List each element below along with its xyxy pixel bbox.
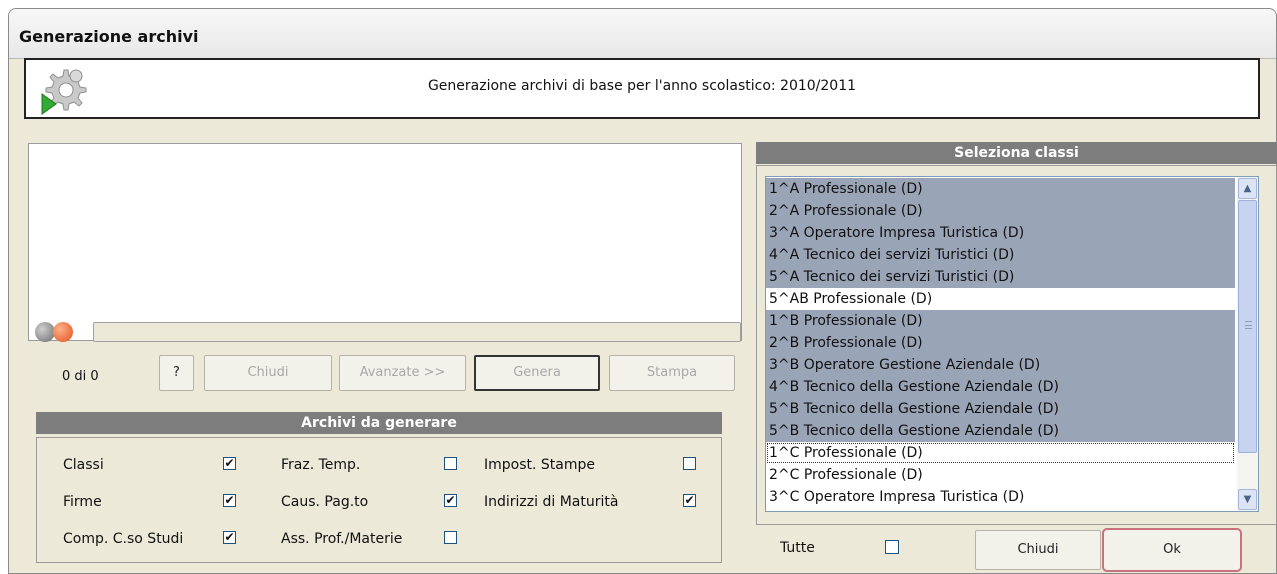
option-label-firme: Firme (63, 494, 102, 510)
class-list-item[interactable]: 2^B Professionale (D) (766, 332, 1235, 354)
progress-bar (93, 322, 741, 342)
ok-button[interactable]: Ok (1102, 528, 1242, 572)
grip-icon (1245, 321, 1252, 329)
archives-section-header: Archivi da generare (36, 412, 722, 434)
classes-listbox[interactable]: 1^A Professionale (D) 2^A Professionale (… (765, 176, 1259, 512)
select-all-checkbox[interactable] (885, 540, 899, 554)
title-bar[interactable]: Generazione archivi (9, 9, 1276, 59)
class-list-item[interactable]: 5^A Tecnico dei servizi Turistici (D) (766, 266, 1235, 288)
option-label-classi: Classi (63, 457, 104, 473)
class-list-item[interactable]: 3^A Operatore Impresa Turistica (D) (766, 222, 1235, 244)
checkbox-firme[interactable]: ✔ (223, 494, 236, 507)
window-title: Generazione archivi (19, 27, 199, 46)
generate-button[interactable]: Genera (474, 355, 600, 391)
checkbox-classi[interactable]: ✔ (223, 457, 236, 470)
class-list-item[interactable]: 2^A Professionale (D) (766, 200, 1235, 222)
class-list-item[interactable]: 3^C Operatore Impresa Turistica (D) (766, 486, 1235, 508)
class-list-item[interactable]: 1^A Professionale (D) (766, 178, 1235, 200)
help-button[interactable]: ? (159, 355, 194, 391)
class-list-item[interactable]: 5^B Tecnico della Gestione Aziendale (D) (766, 420, 1235, 442)
scrollbar-thumb[interactable] (1238, 200, 1257, 453)
checkbox-caus-pagto[interactable]: ✔ (444, 494, 457, 507)
header-text: Generazione archivi di base per l'anno s… (427, 78, 857, 94)
classes-scrollbar[interactable]: ▲ ▼ (1237, 177, 1258, 511)
option-label-indirizzi-maturita: Indirizzi di Maturità (484, 494, 619, 510)
classes-list: 1^A Professionale (D) 2^A Professionale (… (766, 178, 1235, 508)
class-list-item[interactable]: 5^AB Professionale (D) (766, 288, 1235, 310)
status-led-grey-icon (35, 322, 55, 342)
status-led-red-icon (53, 322, 73, 342)
arrow-up-icon[interactable]: ▲ (1238, 178, 1257, 199)
class-list-item[interactable]: 1^C Professionale (D) (766, 442, 1235, 464)
class-list-item[interactable]: 4^A Tecnico dei servizi Turistici (D) (766, 244, 1235, 266)
header-panel: Generazione archivi di base per l'anno s… (24, 58, 1260, 119)
close-button[interactable]: Chiudi (975, 530, 1101, 570)
classes-section-header: Seleziona classi (756, 142, 1277, 164)
option-label-comp-corso-studi: Comp. C.so Studi (63, 531, 184, 547)
close-process-button[interactable]: Chiudi (204, 355, 332, 391)
arrow-down-icon[interactable]: ▼ (1238, 489, 1257, 510)
class-list-item[interactable]: 5^B Tecnico della Gestione Aziendale (D) (766, 398, 1235, 420)
class-list-item[interactable]: 1^B Professionale (D) (766, 310, 1235, 332)
progress-count: 0 di 0 (62, 369, 99, 384)
option-label-ass-prof-materie: Ass. Prof./Materie (281, 531, 403, 547)
checkbox-ass-prof-materie[interactable] (444, 531, 457, 544)
option-label-fraz-temp: Fraz. Temp. (281, 457, 361, 473)
option-label-caus-pagto: Caus. Pag.to (281, 494, 369, 510)
checkbox-fraz-temp[interactable] (444, 457, 457, 470)
checkbox-comp-corso-studi[interactable]: ✔ (223, 531, 236, 544)
class-list-item[interactable]: 2^C Professionale (D) (766, 464, 1235, 486)
class-list-item[interactable]: 3^B Operatore Gestione Aziendale (D) (766, 354, 1235, 376)
class-list-item[interactable]: 4^B Tecnico della Gestione Aziendale (D) (766, 376, 1235, 398)
log-area[interactable] (28, 143, 742, 341)
select-all-label: Tutte (780, 540, 815, 556)
advanced-button[interactable]: Avanzate >> (339, 355, 466, 391)
option-label-impost-stampe: Impost. Stampe (484, 457, 595, 473)
checkbox-impost-stampe[interactable] (683, 457, 696, 470)
checkbox-indirizzi-maturita[interactable]: ✔ (683, 494, 696, 507)
print-button[interactable]: Stampa (609, 355, 735, 391)
